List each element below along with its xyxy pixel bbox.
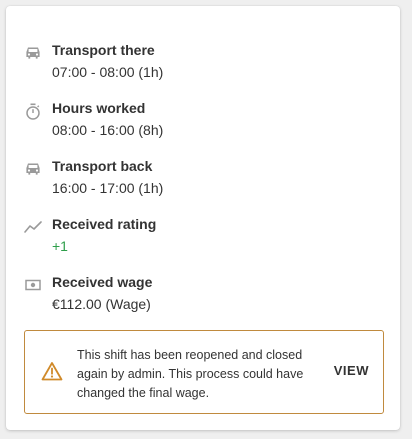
received-rating-title: Received rating (52, 216, 157, 232)
hours-worked-title: Hours worked (52, 100, 146, 116)
received-wage-value: €112.00 (Wage) (52, 296, 151, 312)
warning-message: This shift has been reopened and closed … (77, 348, 304, 400)
warning-triangle-icon (41, 361, 63, 381)
received-wage-row: Received wage €112.00 (Wage) (24, 274, 384, 318)
transport-there-title: Transport there (52, 42, 155, 58)
received-rating-row: Received rating +1 (24, 216, 384, 260)
hours-worked-value: 08:00 - 16:00 (8h) (52, 122, 164, 138)
shift-details-card: Transport there 07:00 - 08:00 (1h) Hours… (6, 6, 400, 430)
car-icon (24, 160, 42, 178)
hours-worked-row: Hours worked 08:00 - 16:00 (8h) (24, 100, 384, 144)
received-wage-title: Received wage (52, 274, 153, 290)
transport-back-value: 16:00 - 17:00 (1h) (52, 180, 164, 196)
view-button[interactable]: VIEW (334, 363, 369, 378)
transport-there-value: 07:00 - 08:00 (1h) (52, 64, 164, 80)
transport-back-title: Transport back (52, 158, 153, 174)
car-icon (24, 44, 42, 62)
stopwatch-icon (24, 102, 42, 120)
transport-there-row: Transport there 07:00 - 08:00 (1h) (24, 42, 384, 86)
transport-back-row: Transport back 16:00 - 17:00 (1h) (24, 158, 384, 202)
received-rating-value: +1 (52, 238, 68, 254)
trend-icon (24, 218, 42, 236)
reopened-warning-banner: This shift has been reopened and closed … (24, 330, 384, 414)
banknote-icon (24, 276, 42, 294)
